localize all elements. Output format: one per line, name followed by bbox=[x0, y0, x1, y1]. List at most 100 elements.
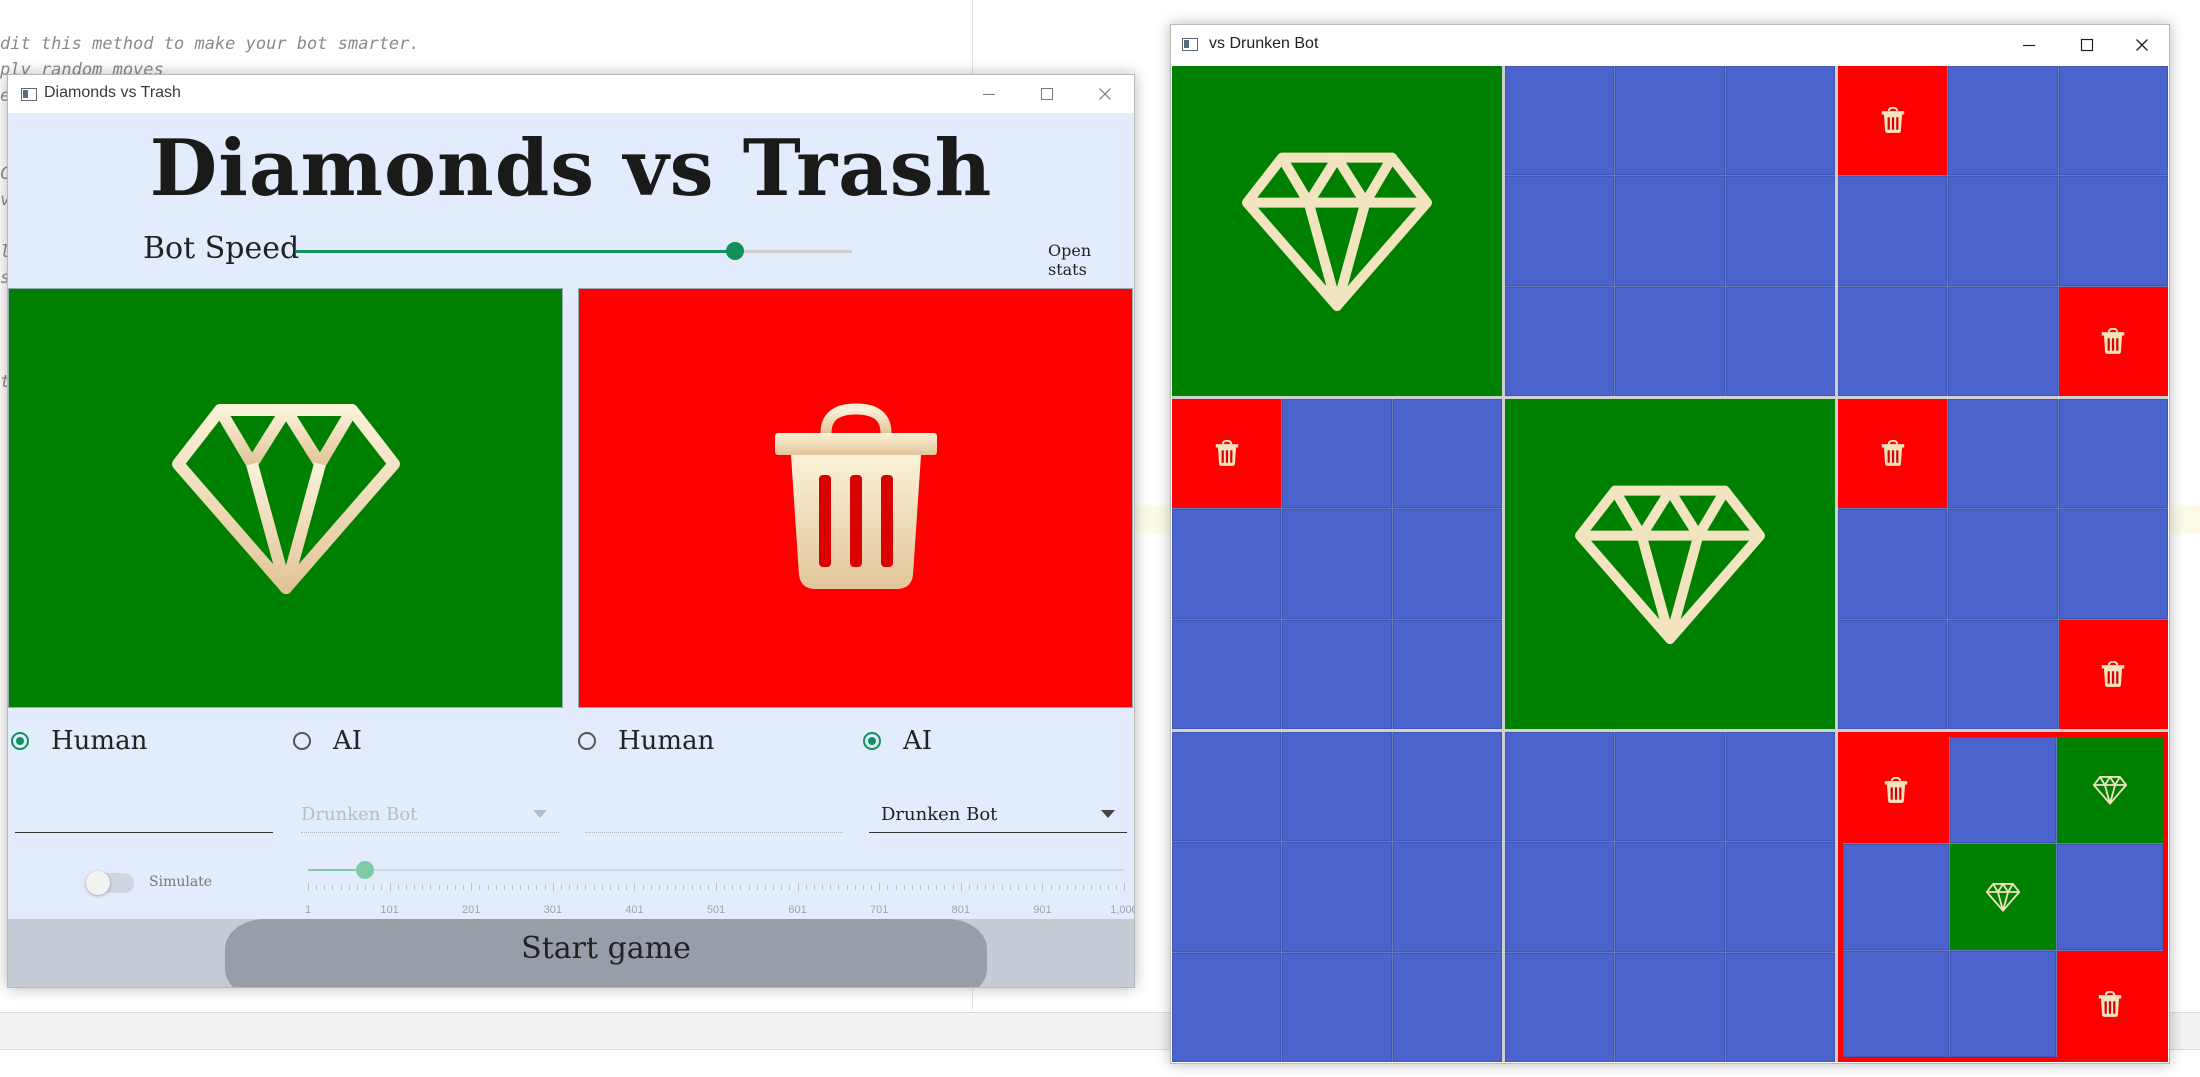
empty-cell[interactable] bbox=[1725, 732, 1835, 842]
empty-cell[interactable] bbox=[1950, 951, 2056, 1057]
right-bot-select[interactable]: Drunken Bot bbox=[869, 796, 1127, 833]
empty-cell[interactable] bbox=[1392, 952, 1502, 1062]
empty-cell[interactable] bbox=[1838, 619, 1948, 729]
left-ai-radio[interactable]: AI bbox=[293, 726, 362, 756]
slider-tick bbox=[667, 885, 669, 890]
slider-tick bbox=[512, 885, 513, 890]
maximize-button[interactable] bbox=[1020, 75, 1074, 113]
empty-cell[interactable] bbox=[1725, 952, 1835, 1062]
empty-cell[interactable] bbox=[1505, 732, 1615, 842]
right-ai-radio[interactable]: AI bbox=[863, 726, 932, 756]
open-stats-button[interactable]: Open stats bbox=[1048, 241, 1134, 279]
empty-cell[interactable] bbox=[2058, 399, 2168, 509]
empty-cell[interactable] bbox=[1725, 286, 1835, 396]
close-button[interactable] bbox=[1078, 75, 1132, 113]
empty-cell[interactable] bbox=[1282, 509, 1392, 619]
board-cell[interactable] bbox=[1838, 399, 2168, 729]
empty-cell[interactable] bbox=[1282, 619, 1392, 729]
empty-cell[interactable] bbox=[1725, 176, 1835, 286]
empty-cell[interactable] bbox=[1615, 286, 1725, 396]
slider-tick bbox=[495, 885, 497, 890]
maximize-button[interactable] bbox=[2059, 25, 2115, 65]
empty-cell[interactable] bbox=[1615, 842, 1725, 952]
board-cell[interactable] bbox=[1172, 399, 1502, 729]
empty-cell[interactable] bbox=[1172, 842, 1282, 952]
simulate-label: Simulate bbox=[149, 874, 213, 890]
empty-cell[interactable] bbox=[1172, 732, 1282, 842]
empty-cell[interactable] bbox=[1725, 842, 1835, 952]
empty-cell[interactable] bbox=[1505, 286, 1615, 396]
board-cell[interactable] bbox=[1505, 66, 1835, 396]
start-game-button[interactable]: Start game bbox=[225, 919, 987, 987]
empty-cell[interactable] bbox=[1392, 509, 1502, 619]
slider-tick bbox=[626, 885, 628, 890]
empty-cell[interactable] bbox=[1948, 399, 2058, 509]
empty-cell[interactable] bbox=[1948, 286, 2058, 396]
left-name-field[interactable] bbox=[15, 796, 273, 833]
empty-cell[interactable] bbox=[1838, 509, 1948, 619]
small-board bbox=[1843, 737, 2163, 1057]
empty-cell[interactable] bbox=[1392, 842, 1502, 952]
empty-cell[interactable] bbox=[1282, 399, 1392, 509]
slider-tick bbox=[324, 885, 326, 890]
bot-speed-thumb[interactable] bbox=[726, 242, 745, 260]
empty-cell[interactable] bbox=[1615, 66, 1725, 176]
empty-cell[interactable] bbox=[1505, 952, 1615, 1062]
tick-label: 701 bbox=[870, 904, 889, 916]
simulate-toggle[interactable] bbox=[86, 871, 134, 895]
empty-cell[interactable] bbox=[2057, 844, 2163, 950]
empty-cell[interactable] bbox=[1843, 844, 1949, 950]
minimize-button[interactable] bbox=[962, 75, 1016, 113]
games-slider-thumb[interactable] bbox=[356, 861, 375, 879]
empty-cell[interactable] bbox=[1948, 619, 2058, 729]
trash-cell bbox=[2057, 951, 2163, 1057]
slider-tick bbox=[805, 885, 807, 890]
board-cell[interactable] bbox=[1838, 66, 2168, 396]
slider-tick bbox=[487, 885, 489, 890]
board-cell[interactable] bbox=[1505, 732, 1835, 1062]
empty-cell[interactable] bbox=[1282, 842, 1392, 952]
empty-cell[interactable] bbox=[1505, 66, 1615, 176]
slider-tick bbox=[920, 885, 921, 890]
empty-cell[interactable] bbox=[1615, 732, 1725, 842]
empty-cell[interactable] bbox=[2058, 66, 2168, 176]
empty-cell[interactable] bbox=[1950, 737, 2056, 843]
empty-cell[interactable] bbox=[1615, 952, 1725, 1062]
empty-cell[interactable] bbox=[1282, 952, 1392, 1062]
left-human-radio[interactable]: Human bbox=[11, 726, 147, 756]
slider-tick bbox=[446, 885, 448, 890]
right-name-field[interactable] bbox=[585, 796, 843, 833]
minimize-button[interactable] bbox=[2001, 25, 2057, 65]
main-window: Diamonds vs Trash Diamonds vs Trash Bot … bbox=[7, 74, 1135, 988]
empty-cell[interactable] bbox=[1392, 399, 1502, 509]
board-cell[interactable] bbox=[1172, 732, 1502, 1062]
right-human-radio[interactable]: Human bbox=[578, 726, 714, 756]
empty-cell[interactable] bbox=[1948, 66, 2058, 176]
left-bot-select[interactable]: Drunken Bot bbox=[301, 796, 559, 833]
empty-cell[interactable] bbox=[1282, 732, 1392, 842]
empty-cell[interactable] bbox=[1172, 619, 1282, 729]
empty-cell[interactable] bbox=[1392, 619, 1502, 729]
slider-tick bbox=[1099, 885, 1101, 890]
diamond-icon bbox=[1985, 882, 2021, 912]
slider-tick bbox=[977, 885, 979, 890]
empty-cell[interactable] bbox=[1725, 66, 1835, 176]
empty-cell[interactable] bbox=[1505, 176, 1615, 286]
empty-cell[interactable] bbox=[1615, 176, 1725, 286]
empty-cell[interactable] bbox=[1392, 732, 1502, 842]
empty-cell[interactable] bbox=[2058, 176, 2168, 286]
empty-cell[interactable] bbox=[1948, 176, 2058, 286]
games-slider-track[interactable] bbox=[308, 869, 1124, 871]
empty-cell[interactable] bbox=[1838, 176, 1948, 286]
empty-cell[interactable] bbox=[1505, 842, 1615, 952]
empty-cell[interactable] bbox=[1172, 509, 1282, 619]
slider-tick bbox=[1124, 883, 1125, 891]
empty-cell[interactable] bbox=[1843, 951, 1949, 1057]
radio-circle bbox=[293, 732, 311, 750]
close-button[interactable] bbox=[2115, 25, 2169, 65]
empty-cell[interactable] bbox=[1948, 509, 2058, 619]
empty-cell[interactable] bbox=[1172, 952, 1282, 1062]
empty-cell[interactable] bbox=[2058, 509, 2168, 619]
empty-cell[interactable] bbox=[1838, 286, 1948, 396]
slider-tick bbox=[1026, 885, 1028, 890]
